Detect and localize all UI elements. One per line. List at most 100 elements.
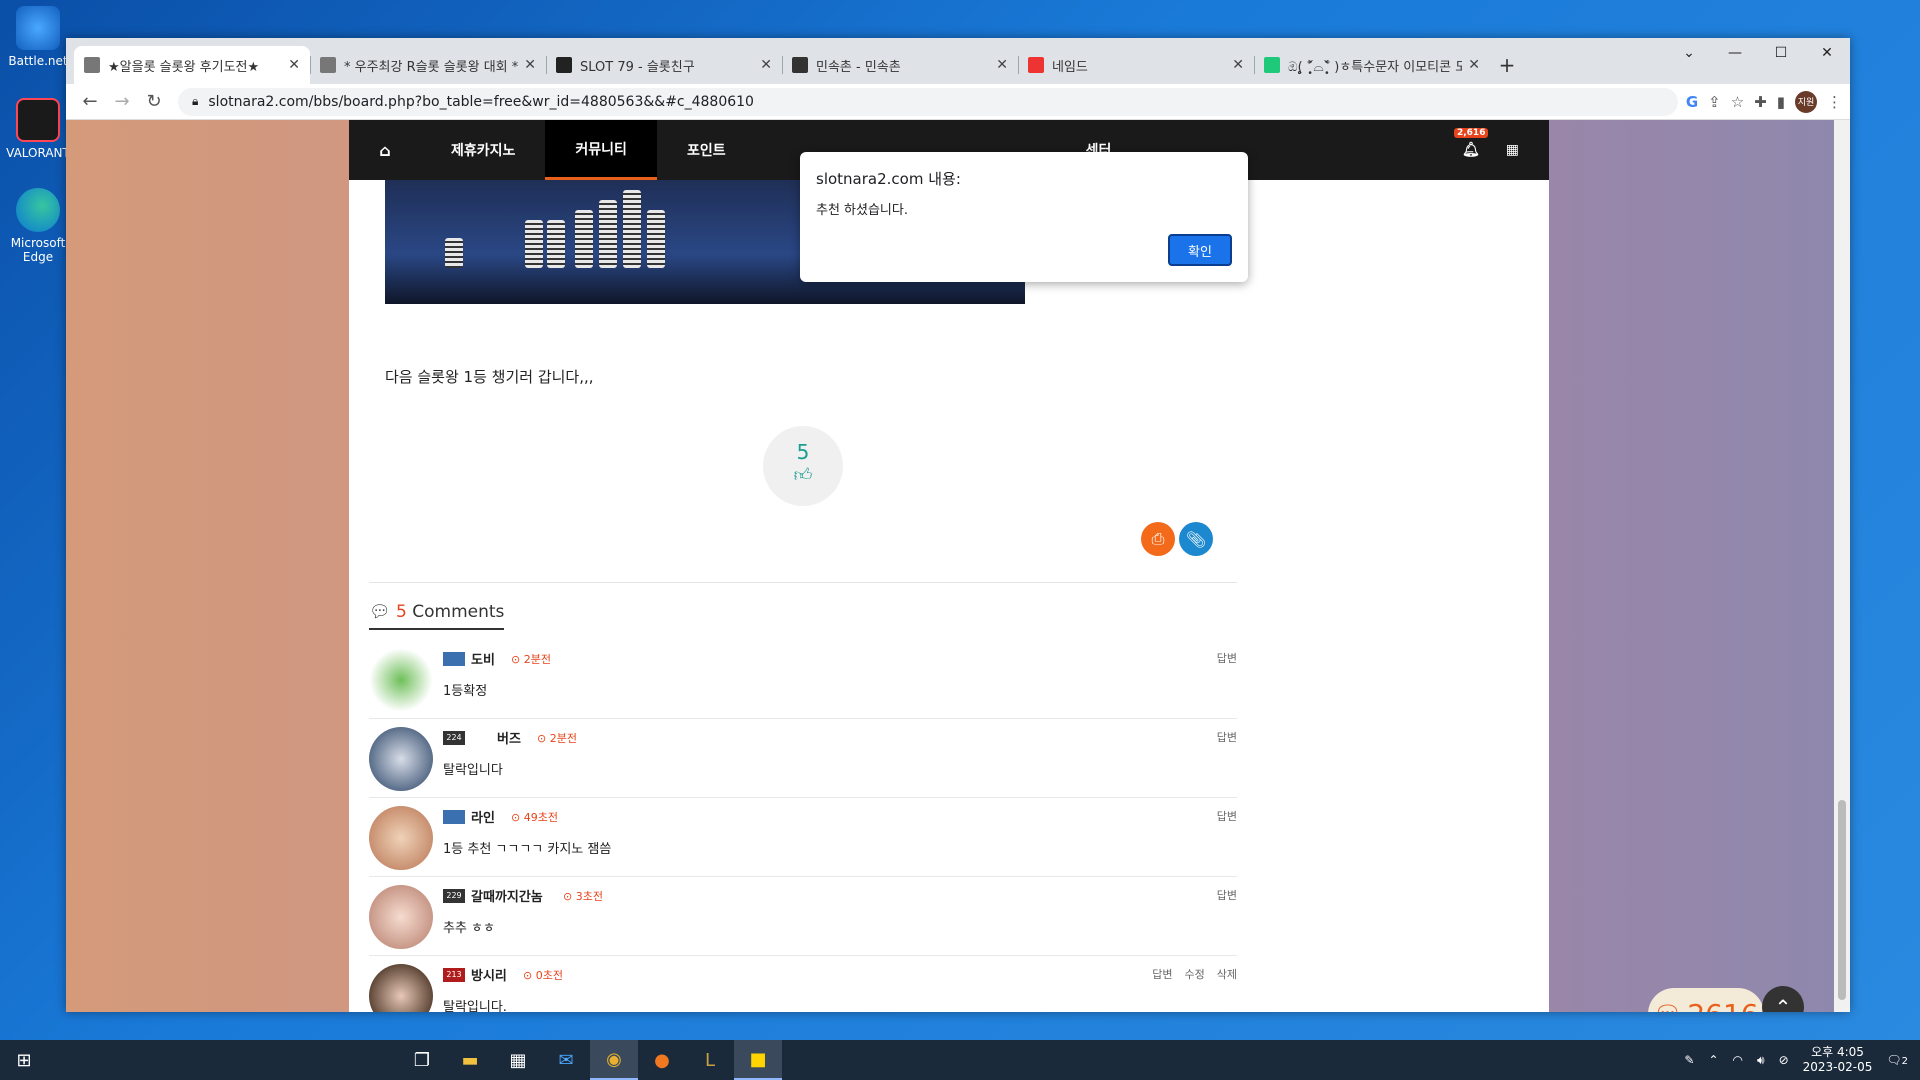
divider [369,582,1237,583]
windows-start-icon[interactable]: ⊞ [0,1050,48,1071]
share-icon[interactable]: ⇪ [1708,93,1721,111]
close-tab-icon[interactable]: ✕ [1232,57,1244,73]
url-input[interactable]: 🔒︎ slotnara2.com/bbs/board.php?bo_table=… [178,87,1678,116]
comment-time: ⊙ 2분전 [537,732,577,745]
notification-count: 2 [1901,1056,1908,1067]
attach-button[interactable]: 📎︎ [1179,522,1213,556]
profile-avatar[interactable]: 지원 [1795,90,1817,113]
scroll-top-button[interactable]: ⌃ [1762,986,1804,1012]
page-scrollbar[interactable] [1834,120,1850,1012]
tab-title: 민속촌 - 민속촌 [816,59,901,75]
browser-window: ★알을롯 슬롯왕 후기도전★ ✕ * 우주최강 R슬롯 슬롯왕 대회 * ✕ S… [66,38,1850,1012]
chat-app-icon[interactable]: ● [638,1040,686,1080]
reply-link[interactable]: 답변 [1217,650,1237,666]
scrollbar-thumb[interactable] [1838,800,1846,1000]
tab-4[interactable]: 네임드 ✕ [1018,46,1254,84]
taskbar-apps: ❐ ▬ ▦ ✉ ◉ ● L ■ [398,1040,782,1080]
tab-0[interactable]: ★알을롯 슬롯왕 후기도전★ ✕ [74,46,310,84]
new-tab-button[interactable]: + [1490,46,1524,84]
tab-3[interactable]: 민속촌 - 민속촌 ✕ [782,46,1018,84]
comment-time-text: 2분전 [549,732,577,745]
notification-center-icon[interactable]: 🗨︎2 [1886,1053,1908,1067]
chrome-icon[interactable]: ◉ [590,1040,638,1080]
desktop-icon-label: Microsoft Edge [10,236,66,264]
reply-link[interactable]: 답변 [1152,966,1172,982]
google-icon[interactable]: G [1686,93,1698,111]
tab-title: ඔ(̥̥̥̥̥̥̥̥ ˃̣̣̥᷄⌓˂̣̣̥᷅ )ㅎ특수문자 이모티콘 도 [1288,59,1463,75]
notification-badge: 2,616 [1453,128,1489,138]
home-icon[interactable]: ⌂ [349,141,421,160]
task-view-icon[interactable]: ❐ [398,1040,446,1080]
slot-favicon-icon [84,57,100,73]
desktop-icon-edge[interactable]: Microsoft Edge [4,188,72,264]
network-icon[interactable]: ⊘ [1779,1053,1789,1067]
comment-author[interactable]: 갈때까지간놈 [471,886,543,905]
menu-icon[interactable]: ⋮ [1827,93,1842,111]
tab-title: 네임드 [1052,59,1088,75]
desktop-icon-valorant[interactable]: VALORANT [4,98,72,160]
chip-stack [623,190,641,268]
close-tab-icon[interactable]: ✕ [524,57,536,73]
tab-1[interactable]: * 우주최강 R슬롯 슬롯왕 대회 * ✕ [310,46,546,84]
wifi-icon[interactable]: ◠ [1733,1053,1743,1067]
close-window-icon[interactable]: ✕ [1804,38,1850,68]
kakaotalk-icon[interactable]: ■ [734,1040,782,1080]
file-explorer-icon[interactable]: ▬ [446,1040,494,1080]
taskbar: ⊞ ❐ ▬ ▦ ✉ ◉ ● L ■ ✎ ⌃ ◠ 🔊︎ ⊘ 오후 4:05 202… [0,1040,1920,1080]
battlenet-icon [16,6,60,50]
maximize-icon[interactable]: ☐ [1758,38,1804,68]
pen-icon[interactable]: ✎ [1684,1053,1694,1067]
nav-item-point[interactable]: 포인트 [657,120,756,180]
back-icon[interactable]: ← [74,91,106,112]
store-icon[interactable]: ▦ [494,1040,542,1080]
like-button[interactable]: 5 👍︎ [763,426,843,506]
tab-5[interactable]: ඔ(̥̥̥̥̥̥̥̥ ˃̣̣̥᷄⌓˂̣̣̥᷅ )ㅎ특수문자 이모티콘 도 ✕ [1254,46,1490,84]
comment-item: 213 방시리 ⊙ 0초전 탈락입니다. 답변 수정 삭제 [369,956,1237,1012]
close-tab-icon[interactable]: ✕ [288,57,300,73]
document-favicon-icon [792,57,808,73]
clock[interactable]: 오후 4:05 2023-02-05 [1803,1045,1873,1075]
alert-dialog: slotnara2.com 내용: 추천 하셨습니다. 확인 [800,152,1248,282]
grid-menu-icon[interactable]: ▦ [1506,142,1519,158]
bell-icon[interactable]: 🔔︎ 2,616 [1453,128,1489,158]
chevron-up-icon: ⌃ [1774,995,1792,1012]
reply-link[interactable]: 답변 [1217,887,1237,903]
desktop-icon-battlenet[interactable]: Battle.net [4,6,72,68]
print-button[interactable]: ⎙ [1141,522,1175,556]
extensions-icon[interactable]: ✚ [1754,93,1767,111]
dialog-ok-button[interactable]: 확인 [1168,234,1232,266]
system-tray: ✎ ⌃ ◠ 🔊︎ ⊘ 오후 4:05 2023-02-05 🗨︎2 [1684,1045,1908,1075]
delete-link[interactable]: 삭제 [1217,966,1237,982]
tab-search-icon[interactable]: ⌄ [1666,38,1712,68]
volume-icon[interactable]: 🔊︎ [1757,1053,1765,1068]
edit-link[interactable]: 수정 [1185,966,1205,982]
tab-2[interactable]: SLOT 79 - 슬롯친구 ✕ [546,46,782,84]
chat-count-button[interactable]: 💬︎ 2616 [1648,988,1764,1012]
comments-count: 5 [396,602,407,622]
close-tab-icon[interactable]: ✕ [1468,57,1480,73]
bookmark-star-icon[interactable]: ☆ [1731,93,1744,111]
forward-icon[interactable]: → [106,91,138,112]
close-tab-icon[interactable]: ✕ [760,57,772,73]
level-badge: 213 [443,968,465,982]
mail-icon[interactable]: ✉ [542,1040,590,1080]
reply-link[interactable]: 답변 [1217,808,1237,824]
close-tab-icon[interactable]: ✕ [996,57,1008,73]
comment-author[interactable]: 라인 [471,807,495,826]
nav-item-community[interactable]: 커뮤니티 [545,120,657,180]
avatar [369,885,433,949]
nav-right: 🔔︎ 2,616 ▦ [1453,128,1549,158]
avatar [369,648,433,712]
chevron-up-tray-icon[interactable]: ⌃ [1708,1053,1718,1067]
comment-author[interactable]: 버즈 [497,728,521,747]
reload-icon[interactable]: ↻ [138,91,170,112]
minimize-icon[interactable]: — [1712,38,1758,68]
lock-icon[interactable]: 🔒︎ [192,94,198,109]
league-icon[interactable]: L [686,1040,734,1080]
chat-count: 2616 [1687,998,1758,1013]
reply-link[interactable]: 답변 [1217,729,1237,745]
nav-item-casino[interactable]: 제휴카지노 [421,120,545,180]
comment-author[interactable]: 방시리 [471,965,507,984]
comment-author[interactable]: 도비 [471,649,495,668]
sidepanel-icon[interactable]: ▮ [1777,93,1785,111]
